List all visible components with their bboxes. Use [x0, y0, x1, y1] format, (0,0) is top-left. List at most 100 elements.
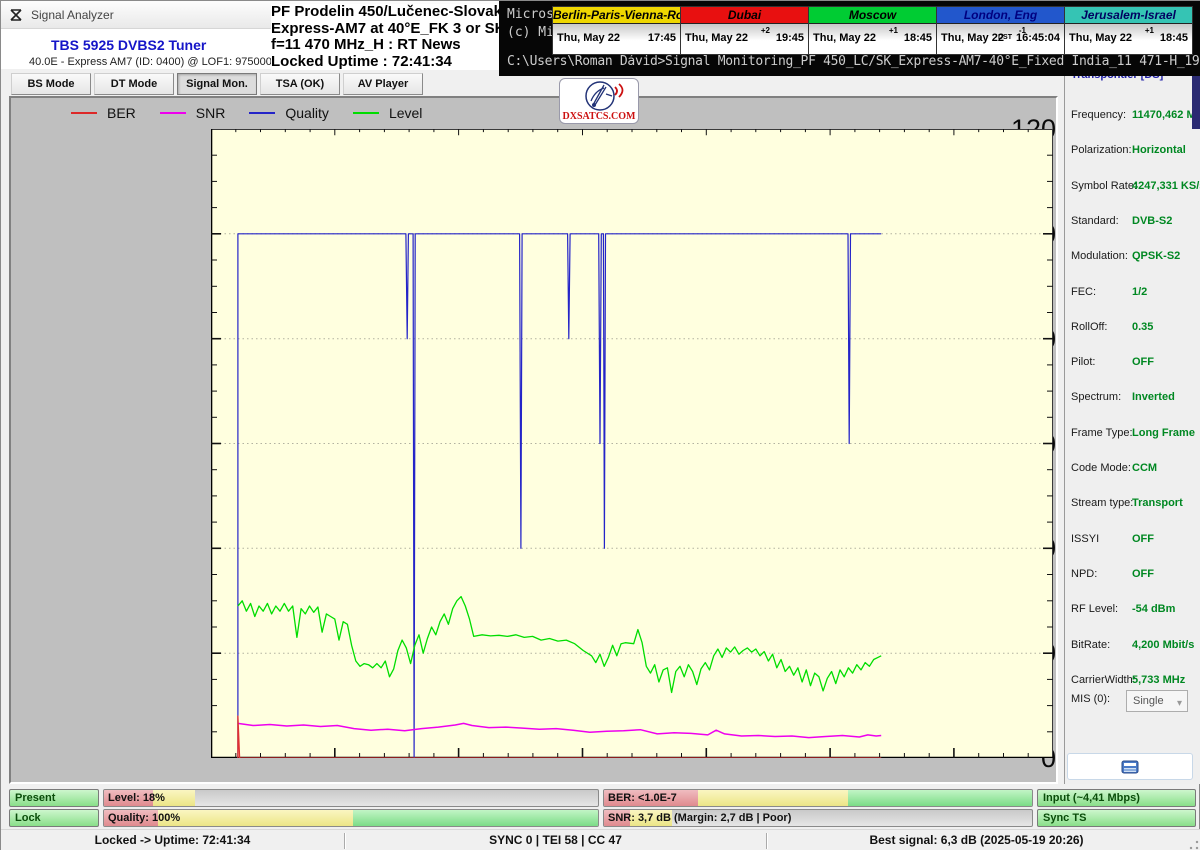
mis-selected-value: Single — [1133, 695, 1164, 707]
param-label: Polarization: — [1071, 144, 1132, 157]
param-row-bitrate: BitRate: 4,200 Mbit/s — [1071, 639, 1199, 659]
param-label: RF Level: — [1071, 603, 1119, 616]
meter-segment-yellow — [698, 790, 848, 806]
param-value: 0.35 — [1132, 320, 1154, 333]
status-sync-counters: SYNC 0 | TEI 58 | CC 47 — [489, 833, 622, 847]
lock-indicator: Lock — [9, 809, 99, 827]
clock-city: Berlin-Paris-Vienna-Roma — [553, 7, 680, 24]
chart-legend: BER SNR Quality Level — [71, 104, 422, 122]
param-label: Spectrum: — [1071, 391, 1122, 404]
dxsatcs-logo: DXSATCS.COM — [559, 78, 639, 124]
plot-area — [210, 129, 1053, 763]
clock-date: Thu, May 22 — [1069, 32, 1132, 44]
status-best-signal: Best signal: 6,3 dB (2025-05-19 20:26) — [869, 833, 1084, 847]
param-label: Stream type: — [1071, 497, 1134, 510]
tab-av-player[interactable]: AV Player — [343, 73, 423, 95]
annotation-line-2: Express-AM7 at 40°E_FK 3 or SK — [271, 19, 506, 37]
legend-item-ber: BER — [71, 105, 136, 121]
clock-body: Thu, May 22 +1 18:45 — [809, 24, 936, 54]
param-label: MIS (0): — [1071, 693, 1111, 705]
param-row-spectrum: Spectrum: Inverted — [1071, 391, 1199, 411]
param-label: CarrierWidth: — [1071, 673, 1136, 686]
param-label: Modulation: — [1071, 250, 1128, 263]
clock-city: Jerusalem-Israel — [1065, 7, 1192, 24]
param-value: 5,733 MHz — [1132, 673, 1186, 686]
param-value: OFF — [1132, 567, 1154, 580]
param-label: Symbol Rate: — [1071, 179, 1138, 192]
input-indicator: Input (~4,41 Mbps) — [1037, 789, 1196, 807]
snr-meter: SNR: 3,7 dB (Margin: 2,7 dB | Poor) — [603, 809, 1033, 827]
clock-date: Thu, May 22 — [813, 32, 876, 44]
tab-tsa-ok-[interactable]: TSA (OK) — [260, 73, 340, 95]
meter-segment-green — [353, 810, 598, 826]
param-label: ISSYI — [1071, 532, 1100, 545]
tab-bs-mode[interactable]: BS Mode — [11, 73, 91, 95]
present-indicator: Present — [9, 789, 99, 807]
param-value: 1/2 — [1132, 285, 1148, 298]
meter-label: Quality: 100% — [108, 812, 181, 824]
clock-utc-offset: +2 — [760, 26, 770, 35]
save-button[interactable] — [1067, 753, 1193, 780]
param-row-polarization: Polarization: Horizontal — [1071, 144, 1199, 164]
param-value: OFF — [1132, 532, 1154, 545]
meter-label: SNR: 3,7 dB (Margin: 2,7 dB | Poor) — [608, 812, 792, 824]
param-value: 11470,462 MHz — [1132, 109, 1200, 121]
legend-swatch — [159, 112, 186, 114]
signal-chart-panel: BERSNRQualityLevel 120100806040200 — [9, 96, 1058, 784]
clock-body: Thu, May 22 17:45 — [553, 24, 680, 54]
meter-segment-green — [847, 790, 1032, 806]
mis-dropdown[interactable]: Single ▾ — [1126, 690, 1188, 712]
annotation-line-3: f=11 470 MHz_H : RT News — [271, 36, 461, 53]
satellite-dish-icon — [585, 81, 624, 111]
param-value: DVB-S2 — [1132, 214, 1173, 227]
chevron-down-icon: ▾ — [1176, 698, 1182, 709]
param-row-frequency: Frequency: 11470,462 MHz — [1071, 109, 1200, 129]
param-label: Code Mode: — [1071, 462, 1131, 474]
param-value: Inverted — [1132, 391, 1175, 404]
legend-item-snr: SNR — [159, 105, 225, 121]
annotation-line-1: PF Prodelin 450/Lučenec-Slovakia — [271, 3, 515, 20]
tuner-title: TBS 5925 DVBS2 Tuner — [51, 37, 207, 53]
param-row-modulation: Modulation: QPSK-S2 — [1071, 250, 1199, 270]
param-label: Pilot: — [1071, 356, 1096, 369]
param-value: 4247,331 KS/s — [1132, 179, 1200, 192]
param-label: NPD: — [1071, 567, 1098, 580]
app-icon — [9, 8, 23, 27]
param-value: OFF — [1132, 356, 1154, 369]
param-row-standard: Standard: DVB-S2 — [1071, 215, 1199, 235]
param-row-fec: FEC: 1/2 — [1071, 286, 1199, 306]
legend-label: Level — [388, 105, 423, 121]
clock-berlin-paris-vienna-roma: Berlin-Paris-Vienna-Roma Thu, May 22 17:45 — [552, 6, 681, 55]
clock-dubai: Dubai Thu, May 22 +2 19:45 — [680, 6, 809, 55]
plot-svg — [210, 129, 1053, 759]
clock-city: Moscow — [809, 7, 936, 24]
param-label: Frequency: — [1071, 109, 1127, 121]
clock-dst-flag: DST — [998, 34, 1012, 41]
console-prompt: C:\Users\Roman Dávid>Signal Monitoring_P… — [507, 54, 1200, 69]
param-row-code-mode: Code Mode: CCM — [1071, 462, 1199, 482]
param-row-pilot: Pilot: OFF — [1071, 356, 1199, 376]
param-row-npd: NPD: OFF — [1071, 568, 1199, 588]
clock-jerusalem-israel: Jerusalem-Israel Thu, May 22 +1 18:45 — [1064, 6, 1193, 55]
legend-label: BER — [107, 105, 136, 121]
legend-swatch — [71, 112, 97, 114]
tab-signal-mon-[interactable]: Signal Mon. — [177, 73, 257, 95]
logo-text: DXSATCS.COM — [562, 111, 636, 122]
legend-swatch — [249, 112, 276, 114]
legend-swatch — [352, 112, 379, 114]
legend-label: Quality — [285, 105, 329, 121]
param-row-rolloff: RollOff: 0.35 — [1071, 321, 1199, 341]
tab-dt-mode[interactable]: DT Mode — [94, 73, 174, 95]
clock-time: 18:45 — [903, 32, 932, 44]
status-uptime: Locked -> Uptime: 72:41:34 — [94, 833, 251, 847]
clock-time: 19:45 — [775, 32, 804, 44]
param-value: Transport — [1132, 497, 1183, 510]
transponder-panel: Transponder [DS] Frequency:11470,462 MHz… — [1064, 63, 1200, 784]
legend-item-level: Level — [352, 105, 423, 121]
param-row-frame-type: Frame Type: Long Frame — [1071, 427, 1199, 447]
quality-meter: Quality: 100% — [103, 809, 599, 827]
resize-grip[interactable] — [1189, 840, 1199, 850]
clock-city: London, Eng — [937, 7, 1064, 24]
clock-date: Thu, May 22 — [685, 32, 748, 44]
clock-body: Thu, May 22 +1 18:45 — [1065, 24, 1192, 54]
